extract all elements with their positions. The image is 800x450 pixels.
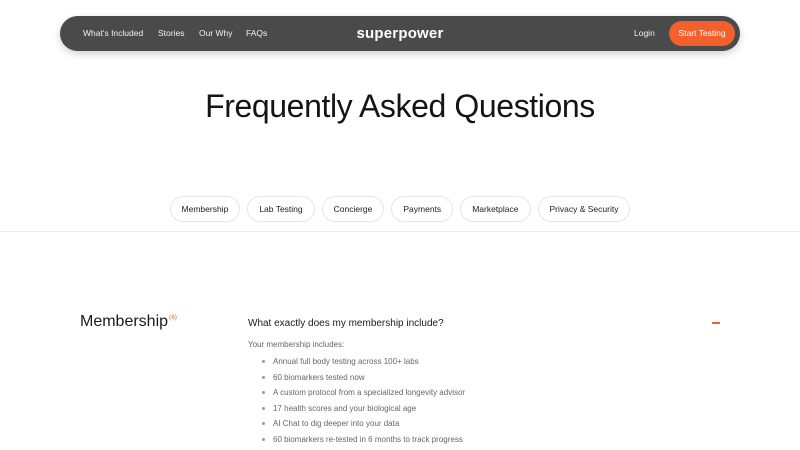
- page-title: Frequently Asked Questions: [205, 88, 595, 124]
- list-item: 17 health scores and your biological age: [262, 403, 465, 419]
- faq-answer-list: Annual full body testing across 100+ lab…: [262, 356, 465, 449]
- start-testing-button[interactable]: Start Testing: [669, 21, 735, 46]
- section-title-text: Membership: [80, 313, 169, 330]
- collapse-minus-icon[interactable]: [712, 322, 720, 324]
- category-marketplace[interactable]: Marketplace: [460, 196, 531, 222]
- section-count-badge: (6): [169, 314, 177, 321]
- list-item: Annual full body testing across 100+ lab…: [262, 356, 465, 372]
- list-item: A custom protocol from a specialized lon…: [262, 387, 465, 403]
- category-privacy-security[interactable]: Privacy & Security: [537, 196, 631, 222]
- list-item: AI Chat to dig deeper into your data: [262, 418, 465, 434]
- list-item: 60 biomarkers re-tested in 6 months to t…: [262, 434, 465, 450]
- category-lab-testing[interactable]: Lab Testing: [247, 196, 315, 222]
- login-link[interactable]: Login: [634, 16, 655, 51]
- faq-page: What's Included Stories Our Why FAQs sup…: [0, 0, 800, 450]
- category-membership[interactable]: Membership: [169, 196, 241, 222]
- section-heading: Membership(6): [80, 313, 177, 331]
- faq-answer-intro: Your membership includes:: [248, 340, 345, 349]
- category-filter: Membership Lab Testing Concierge Payment…: [0, 196, 800, 222]
- list-item: 60 biomarkers tested now: [262, 372, 465, 388]
- category-payments[interactable]: Payments: [391, 196, 454, 222]
- faq-question[interactable]: What exactly does my membership include?: [248, 318, 444, 329]
- top-navigation: What's Included Stories Our Why FAQs sup…: [60, 16, 740, 51]
- category-concierge[interactable]: Concierge: [321, 196, 385, 222]
- section-divider: [0, 231, 800, 232]
